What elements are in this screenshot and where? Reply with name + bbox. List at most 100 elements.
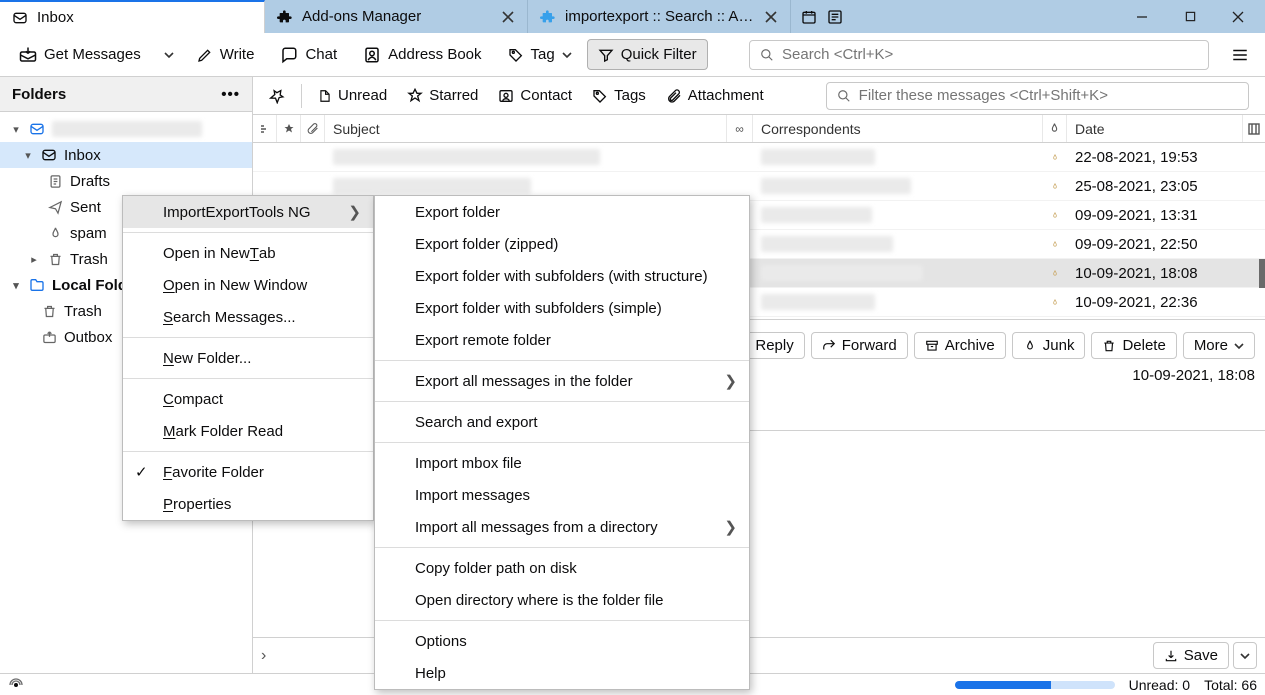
write-label: Write bbox=[220, 46, 255, 63]
tag-button[interactable]: Tag bbox=[497, 39, 583, 70]
menu-item[interactable]: Import all messages from a directory❯ bbox=[375, 511, 749, 543]
write-button[interactable]: Write bbox=[186, 39, 266, 70]
filter-input[interactable] bbox=[859, 87, 1238, 104]
menu-item[interactable]: Open in New Tab bbox=[123, 237, 373, 269]
menu-item[interactable]: Open in New Window bbox=[123, 269, 373, 301]
activity-icon[interactable] bbox=[8, 677, 24, 693]
twisty-icon[interactable]: ▸ bbox=[28, 253, 40, 266]
maximize-button[interactable] bbox=[1167, 0, 1213, 33]
menu-item[interactable]: New Folder... bbox=[123, 342, 373, 374]
menu-item[interactable]: Search Messages... bbox=[123, 301, 373, 333]
twisty-icon[interactable]: ▾ bbox=[22, 149, 34, 162]
folder-label: Trash bbox=[70, 251, 108, 268]
col-read[interactable]: ∞ bbox=[727, 115, 753, 142]
menu-item[interactable]: Open directory where is the folder file bbox=[375, 584, 749, 616]
global-search[interactable] bbox=[749, 40, 1209, 70]
menu-item[interactable]: Options bbox=[375, 625, 749, 657]
folder-drafts[interactable]: Drafts bbox=[0, 168, 252, 194]
menu-item[interactable]: Export folder with subfolders (simple) bbox=[375, 292, 749, 324]
save-dropdown[interactable] bbox=[1233, 642, 1257, 669]
tasks-icon[interactable] bbox=[827, 9, 843, 25]
col-thread[interactable] bbox=[253, 115, 277, 142]
tab-search-importexport[interactable]: importexport :: Search :: Add bbox=[528, 0, 791, 33]
folder-label: spam bbox=[70, 225, 107, 242]
message-row[interactable]: 22-08-2021, 19:53 bbox=[253, 143, 1265, 172]
close-icon[interactable] bbox=[501, 10, 515, 24]
tab-label: Inbox bbox=[37, 9, 74, 26]
twisty-icon[interactable]: ▾ bbox=[10, 123, 22, 136]
chat-button[interactable]: Chat bbox=[269, 39, 348, 71]
trash-icon bbox=[46, 252, 64, 267]
menu-item[interactable]: Export folder (zipped) bbox=[375, 228, 749, 260]
mail-icon bbox=[12, 10, 28, 26]
close-icon[interactable] bbox=[764, 10, 778, 24]
menu-item[interactable]: Compact bbox=[123, 383, 373, 415]
chat-label: Chat bbox=[305, 46, 337, 63]
col-subject[interactable]: Subject bbox=[325, 115, 727, 142]
filter-starred[interactable]: Starred bbox=[399, 83, 486, 108]
app-menu-button[interactable] bbox=[1223, 40, 1257, 70]
col-picker[interactable] bbox=[1243, 115, 1265, 142]
mail-icon bbox=[28, 121, 46, 137]
address-book-button[interactable]: Address Book bbox=[352, 39, 492, 71]
check-icon: ✓ bbox=[135, 463, 148, 481]
filter-label: Unread bbox=[338, 87, 387, 104]
junk-button[interactable]: Junk bbox=[1012, 332, 1086, 359]
menu-item[interactable]: Export all messages in the folder❯ bbox=[375, 365, 749, 397]
col-junk[interactable] bbox=[1043, 115, 1067, 142]
filter-contact[interactable]: Contact bbox=[490, 83, 580, 108]
filter-tags[interactable]: Tags bbox=[584, 83, 654, 108]
col-star[interactable] bbox=[277, 115, 301, 142]
account-row[interactable]: ▾ bbox=[0, 116, 252, 142]
filter-attachment[interactable]: Attachment bbox=[658, 83, 772, 108]
delete-button[interactable]: Delete bbox=[1091, 332, 1176, 359]
menu-item[interactable]: ImportExportTools NG❯ bbox=[123, 196, 373, 228]
close-button[interactable] bbox=[1215, 0, 1261, 33]
menu-item[interactable]: Search and export bbox=[375, 406, 749, 438]
pin-filter-button[interactable] bbox=[261, 84, 293, 108]
filter-unread[interactable]: Unread bbox=[310, 83, 395, 108]
tab-inbox[interactable]: Inbox bbox=[0, 0, 265, 33]
menu-item[interactable]: Export folder with subfolders (with stru… bbox=[375, 260, 749, 292]
twisty-icon[interactable]: ▾ bbox=[10, 279, 22, 292]
col-attachment[interactable] bbox=[301, 115, 325, 142]
status-unread: Unread: 0 bbox=[1129, 677, 1190, 693]
titlebar: Inbox Add-ons Manager importexport :: Se… bbox=[0, 0, 1265, 33]
puzzle-icon bbox=[277, 9, 293, 25]
column-headers: Subject ∞ Correspondents Date bbox=[253, 115, 1265, 143]
expand-icon[interactable]: › bbox=[261, 647, 266, 665]
search-icon bbox=[760, 48, 774, 62]
tab-addons[interactable]: Add-ons Manager bbox=[265, 0, 528, 33]
col-correspondents[interactable]: Correspondents bbox=[753, 115, 1043, 142]
more-button[interactable]: More bbox=[1183, 332, 1255, 359]
menu-item[interactable]: Export folder bbox=[375, 196, 749, 228]
folder-label: Drafts bbox=[70, 173, 110, 190]
menu-item[interactable]: Import mbox file bbox=[375, 447, 749, 479]
menu-item[interactable]: Properties bbox=[123, 488, 373, 520]
folder-pane-header: Folders ••• bbox=[0, 77, 252, 112]
search-input[interactable] bbox=[782, 46, 1198, 63]
folder-options-button[interactable]: ••• bbox=[221, 86, 240, 103]
menu-item[interactable]: ✓Favorite Folder bbox=[123, 456, 373, 488]
col-date[interactable]: Date bbox=[1067, 115, 1243, 142]
calendar-icon[interactable] bbox=[801, 9, 817, 25]
minimize-button[interactable] bbox=[1119, 0, 1165, 33]
forward-button[interactable]: Forward bbox=[811, 332, 908, 359]
quick-filter-button[interactable]: Quick Filter bbox=[587, 39, 708, 70]
menu-item[interactable]: Help bbox=[375, 657, 749, 689]
menu-item[interactable]: Mark Folder Read bbox=[123, 415, 373, 447]
menu-item[interactable]: Copy folder path on disk bbox=[375, 552, 749, 584]
menu-item[interactable]: Import messages bbox=[375, 479, 749, 511]
filter-label: Contact bbox=[520, 87, 572, 104]
save-button[interactable]: Save bbox=[1153, 642, 1229, 669]
chevron-right-icon: ❯ bbox=[724, 372, 737, 390]
get-messages-button[interactable]: Get Messages bbox=[8, 39, 152, 71]
folder-inbox[interactable]: ▾ Inbox bbox=[0, 142, 252, 168]
folder-context-menu: ImportExportTools NG❯ Open in New TabOpen… bbox=[122, 195, 374, 521]
get-messages-dropdown[interactable] bbox=[156, 44, 182, 66]
quick-filter-bar: Unread Starred Contact Tags Attachment bbox=[253, 77, 1265, 115]
menu-item[interactable]: Export remote folder bbox=[375, 324, 749, 356]
folder-pane-title: Folders bbox=[12, 86, 66, 103]
archive-button[interactable]: Archive bbox=[914, 332, 1006, 359]
message-filter-input[interactable] bbox=[826, 82, 1249, 110]
